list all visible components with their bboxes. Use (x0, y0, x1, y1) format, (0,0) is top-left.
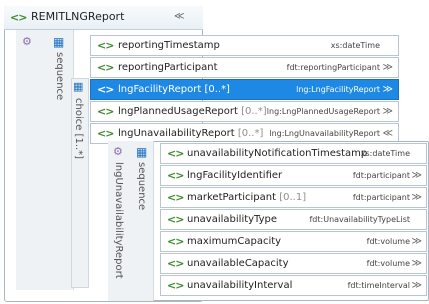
row-name: lngFacilityIdentifier (187, 170, 283, 181)
expand-chevron-icon[interactable]: ≫ (383, 62, 393, 73)
remitlngreport-header[interactable]: <> REMITLNGReport ≪ (4, 6, 203, 30)
detail-row-unavailability-interval[interactable]: <> unavailabilityInterval fdt:timeInterv… (160, 275, 427, 296)
detail-row-market-participant[interactable]: <> marketParticipant [0..1] fdt:particip… (160, 187, 427, 208)
row-type: lng:LngPlannedUsageReport (266, 107, 380, 116)
element-tag-icon: <> (97, 105, 114, 118)
element-tag-icon: <> (167, 169, 184, 182)
row-name: marketParticipant (187, 192, 277, 203)
expand-chevron-icon[interactable]: ≫ (412, 258, 422, 269)
row-reporting-timestamp[interactable]: <> reportingTimestamp xs:dateTime (90, 35, 399, 56)
row-type: fdt:timeInterval (347, 281, 410, 290)
choice-label: choice [1..*] (73, 98, 84, 160)
row-type: fdt:participant (352, 171, 410, 180)
choice-grid-icon[interactable]: ▦ (73, 80, 83, 93)
row-type: fdt:volume (366, 259, 410, 268)
expand-chevron-icon[interactable]: ≫ (412, 236, 422, 247)
expand-chevron-icon[interactable]: ≫ (412, 170, 422, 181)
element-tag-icon: <> (167, 279, 184, 292)
row-name: reportingParticipant (118, 62, 218, 73)
sequence-label: sequence (54, 52, 65, 101)
element-tag-icon: <> (97, 83, 114, 96)
detail-row-facility-identifier[interactable]: <> lngFacilityIdentifier fdt:participant… (160, 165, 427, 186)
row-cardinality: [0..*] (241, 106, 267, 117)
row-type: fdt:volume (366, 237, 410, 246)
element-tag-icon: <> (97, 61, 114, 74)
row-type: fdt:participant (352, 193, 410, 202)
detail-compositor-icon[interactable]: ⚙ (113, 145, 123, 158)
detail-row-maximum-capacity[interactable]: <> maximumCapacity fdt:volume ≫ (160, 231, 427, 252)
expand-chevron-icon[interactable]: ≫ (412, 280, 422, 291)
expand-chevron-icon[interactable]: ≫ (412, 192, 422, 203)
row-name: lngPlannedUsageReport (118, 106, 238, 117)
detail-grid-icon[interactable]: ▦ (136, 145, 147, 159)
row-name: unavailableCapacity (187, 258, 289, 269)
detail-row-unavailable-capacity[interactable]: <> unavailableCapacity fdt:volume ≫ (160, 253, 427, 274)
detail-title: lngUnavailabilityReport (113, 162, 124, 279)
row-cardinality: [0..*] (237, 128, 264, 139)
row-name: unavailabilityNotificationTimestamp (187, 148, 368, 159)
collapse-chevron-icon[interactable]: ≪ (383, 128, 393, 139)
element-tag-icon: <> (97, 39, 114, 52)
element-tag-icon: <> (167, 235, 184, 248)
expand-chevron-icon[interactable]: ≫ (383, 106, 393, 117)
detail-row-notification-timestamp[interactable]: <> unavailabilityNotificationTimestamp x… (160, 143, 427, 164)
row-reporting-participant[interactable]: <> reportingParticipant fdt:reportingPar… (90, 57, 399, 78)
row-name: lngFacilityReport (118, 84, 202, 95)
element-tag-icon: <> (167, 257, 184, 270)
row-type: fdt:UnavailabilityTypeList (309, 215, 410, 224)
collapse-chevron-icon[interactable]: ≪ (174, 11, 184, 22)
row-name: unavailabilityType (187, 214, 278, 225)
row-name: unavailabilityInterval (187, 280, 293, 291)
element-tag-icon: <> (167, 147, 184, 160)
expand-chevron-icon[interactable]: ≫ (383, 84, 393, 95)
sequence-grid-icon[interactable]: ▦ (53, 35, 64, 49)
element-tag-icon: <> (167, 191, 184, 204)
row-name: maximumCapacity (187, 236, 282, 247)
row-name: lngUnavailabilityReport (118, 128, 235, 139)
row-type: lng:LngUnavailabilityReport (269, 129, 380, 138)
detail-row-unavailability-type[interactable]: <> unavailabilityType fdt:Unavailability… (160, 209, 427, 230)
sequence-compositor (16, 30, 74, 290)
element-title: REMITLNGReport (31, 10, 125, 23)
element-tag-icon: <> (167, 213, 184, 226)
row-lng-facility-report[interactable]: <> lngFacilityReport [0..*] lng:LngFacil… (90, 79, 399, 100)
element-tag-icon: <> (10, 11, 27, 24)
row-type: lng:LngFacilityReport (296, 85, 380, 94)
detail-sequence-label: sequence (136, 162, 147, 211)
row-type: xs:dateTime (360, 149, 410, 158)
row-cardinality: [0..*] (204, 84, 230, 95)
row-type: fdt:reportingParticipant (286, 63, 380, 72)
element-tag-icon: <> (97, 127, 114, 140)
row-cardinality: [0..1] (279, 192, 307, 203)
row-name: reportingTimestamp (118, 40, 220, 51)
row-type: xs:dateTime (330, 41, 380, 50)
row-lng-planned-usage-report[interactable]: <> lngPlannedUsageReport [0..*] lng:LngP… (90, 101, 399, 122)
sequence-compositor-icon[interactable]: ⚙ (22, 35, 32, 48)
